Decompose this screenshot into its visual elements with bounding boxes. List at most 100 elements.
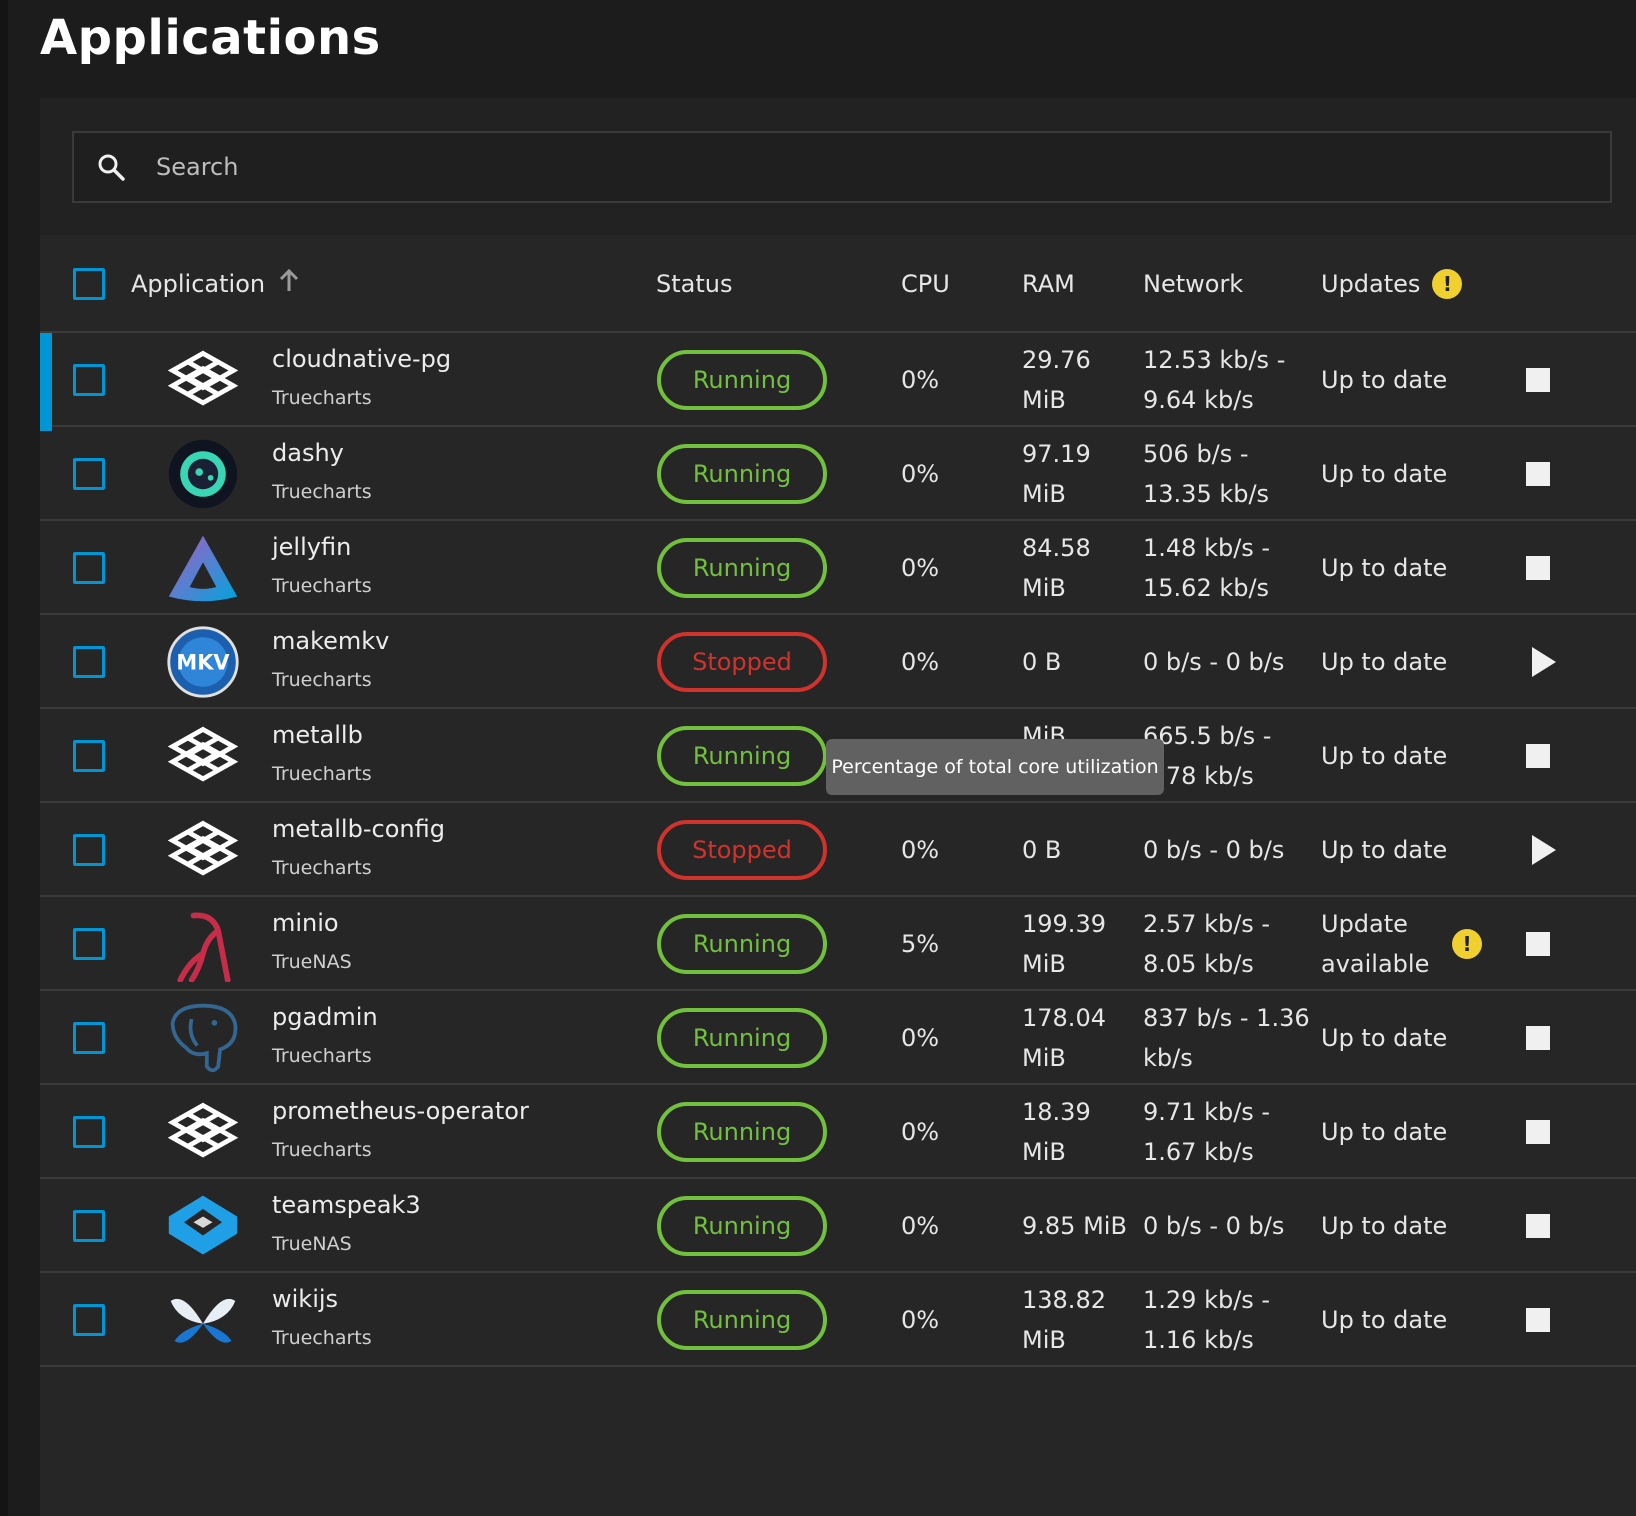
wikijs-logo-icon (165, 1282, 241, 1358)
app-name[interactable]: pgadmin (272, 1003, 378, 1031)
row-checkbox[interactable] (73, 1210, 105, 1242)
app-train: Truecharts (272, 1327, 372, 1349)
status-badge: Running (657, 444, 827, 504)
stop-app-button[interactable] (1526, 932, 1550, 956)
select-all-checkbox[interactable] (73, 268, 105, 300)
table-row[interactable]: teamspeak3 TrueNAS Running 0% 9.85 MiB 0 b/s … (40, 1179, 1636, 1273)
row-checkbox[interactable] (73, 928, 105, 960)
stop-app-button[interactable] (1526, 556, 1550, 580)
stop-app-button[interactable] (1526, 1214, 1550, 1238)
row-checkbox[interactable] (73, 364, 105, 396)
network-line-1: 9.71 kb/s - (1143, 1098, 1271, 1126)
column-header-ram[interactable]: RAM (1022, 235, 1075, 333)
app-name[interactable]: metallb (272, 721, 363, 749)
stop-app-button[interactable] (1526, 744, 1550, 768)
app-name[interactable]: wikijs (272, 1285, 338, 1313)
app-name[interactable]: prometheus-operator (272, 1097, 529, 1125)
page-title: Applications (40, 10, 381, 66)
app-name[interactable]: jellyfin (272, 533, 351, 561)
network-line-2: 8.05 kb/s (1143, 950, 1254, 978)
table-row[interactable]: jellyfin Truecharts Running 0% 84.58 MiB 1.48 … (40, 521, 1636, 615)
ram-value: 0 B (1022, 836, 1062, 864)
svg-text:MKV: MKV (176, 651, 230, 675)
column-header-application[interactable]: Application (131, 235, 301, 333)
status-label: Running (692, 460, 792, 488)
table-row[interactable]: wikijs Truecharts Running 0% 138.82 MiB 1.29 k… (40, 1273, 1636, 1367)
status-label: Running (692, 1306, 792, 1334)
column-header-cpu[interactable]: CPU (901, 235, 950, 333)
ram-line-1: 84.58 (1022, 534, 1091, 562)
row-checkbox[interactable] (73, 740, 105, 772)
network-value: 506 b/s - 13.35 kb/s (1143, 434, 1269, 514)
app-name[interactable]: minio (272, 909, 339, 937)
search-box[interactable] (72, 131, 1612, 203)
status-badge: Running (657, 350, 827, 410)
network-line-1: 12.53 kb/s - (1143, 346, 1286, 374)
row-checkbox[interactable] (73, 1116, 105, 1148)
table-row[interactable]: MKV makemkv Truecharts Stopped 0% 0 B 0 b/s - … (40, 615, 1636, 709)
start-app-button[interactable] (1532, 835, 1556, 865)
status-badge: Running (657, 914, 827, 974)
start-app-button[interactable] (1532, 647, 1556, 677)
stop-app-button[interactable] (1526, 368, 1550, 392)
app-name[interactable]: makemkv (272, 627, 389, 655)
network-line-1: 1.29 kb/s - (1143, 1286, 1271, 1314)
makemkv-logo-icon: MKV (165, 624, 241, 700)
cpu-value: 0% (901, 366, 940, 394)
stop-app-button[interactable] (1526, 462, 1550, 486)
row-checkbox[interactable] (73, 834, 105, 866)
ram-line-1: 178.04 (1022, 1004, 1106, 1032)
network-value: 0 b/s - 0 b/s (1143, 836, 1285, 864)
column-header-updates[interactable]: Updates ! (1321, 235, 1463, 333)
app-name[interactable]: metallb-config (272, 815, 445, 843)
cpu-value: 0% (901, 1306, 940, 1334)
stop-app-button[interactable] (1526, 1026, 1550, 1050)
table-row[interactable]: prometheus-operator Truecharts Running 0% 18… (40, 1085, 1636, 1179)
search-icon (98, 154, 125, 181)
search-input[interactable] (156, 147, 1556, 187)
table-header: Application Status CPU RAM Network Updat… (40, 235, 1636, 333)
ram-line-1: 199.39 (1022, 910, 1106, 938)
table-row[interactable]: cloudnative-pg Truecharts Running 0% 29.76 Mi… (40, 333, 1636, 431)
network-line-2: 15.62 kb/s (1143, 574, 1270, 602)
column-header-status[interactable]: Status (656, 235, 732, 333)
status-label: Running (692, 1212, 792, 1240)
stop-app-button[interactable] (1526, 1308, 1550, 1332)
network-line-2: kb/s (1143, 1044, 1193, 1072)
table-row[interactable]: minio TrueNAS Running 5% 199.39 MiB 2.57 kb/s … (40, 897, 1636, 991)
app-train: TrueNAS (272, 1233, 352, 1255)
table-row[interactable]: pgadmin Truecharts Running 0% 178.04 MiB 837 b… (40, 991, 1636, 1085)
app-train: TrueNAS (272, 951, 352, 973)
network-value: 1.48 kb/s - 15.62 kb/s (1143, 528, 1270, 608)
row-checkbox[interactable] (73, 458, 105, 490)
row-checkbox[interactable] (73, 1304, 105, 1336)
app-name[interactable]: cloudnative-pg (272, 345, 451, 373)
ram-value: 9.85 MiB (1022, 1212, 1127, 1240)
network-value: 0 b/s - 0 b/s (1143, 1212, 1285, 1240)
row-checkbox[interactable] (73, 552, 105, 584)
column-header-network[interactable]: Network (1143, 235, 1243, 333)
app-name[interactable]: teamspeak3 (272, 1191, 421, 1219)
search-area (40, 98, 1636, 235)
update-warning-icon[interactable]: ! (1452, 929, 1482, 959)
app-name[interactable]: dashy (272, 439, 344, 467)
network-line-1: 2.57 kb/s - (1143, 910, 1271, 938)
ram-line-2: MiB (1022, 386, 1066, 414)
status-badge: Stopped (657, 632, 827, 692)
stop-app-button[interactable] (1526, 1120, 1550, 1144)
app-train: Truecharts (272, 481, 372, 503)
row-checkbox[interactable] (73, 1022, 105, 1054)
status-label: Running (692, 930, 792, 958)
application-header-label: Application (131, 270, 266, 298)
ram-line-1: 29.76 (1022, 346, 1091, 374)
updates-value: Up to date (1321, 1306, 1448, 1334)
table-row[interactable]: metallb-config Truecharts Stopped 0% 0 B 0 b/… (40, 803, 1636, 897)
row-checkbox[interactable] (73, 646, 105, 678)
cpu-value: 0% (901, 554, 940, 582)
status-badge: Running (657, 726, 827, 786)
ram-value: 97.19 MiB (1022, 434, 1091, 514)
app-train: Truecharts (272, 1139, 372, 1161)
cpu-value: 0% (901, 1118, 940, 1146)
network-line-1: 506 b/s - (1143, 440, 1249, 468)
table-row[interactable]: dashy Truecharts Running 0% 97.19 MiB 506 b/s … (40, 427, 1636, 521)
